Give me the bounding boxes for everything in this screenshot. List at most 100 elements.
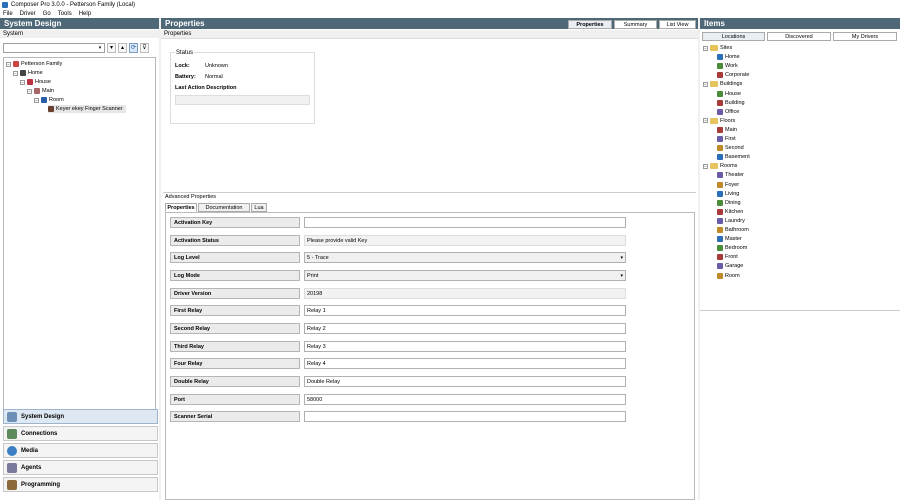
prop-label: Activation Key	[170, 217, 300, 228]
tree-node-room[interactable]: − Room	[34, 96, 64, 104]
location-icon	[717, 72, 723, 79]
tree-toolbar: ▾ ▾ ▴ ⟳ ⊽	[3, 42, 158, 54]
activation-key-input[interactable]	[304, 217, 626, 228]
second-relay-input[interactable]: Relay 2	[304, 323, 626, 334]
status-legend: Status	[175, 50, 195, 56]
subtab-lua[interactable]: Lua	[251, 203, 267, 212]
four-relay-input[interactable]: Relay 4	[304, 358, 626, 369]
location-item-second[interactable]: Second	[717, 144, 744, 152]
lock-row: Lock: Unknown	[175, 63, 228, 69]
location-item-kitchen[interactable]: Kitchen	[717, 208, 743, 216]
location-item-first[interactable]: First	[717, 135, 736, 143]
location-item-bathroom[interactable]: Bathroom	[717, 226, 749, 234]
location-group-rooms[interactable]: − Rooms	[703, 162, 737, 170]
location-item-main[interactable]: Main	[717, 126, 737, 134]
log-level-select[interactable]: 5 - Trace ▾	[304, 252, 626, 263]
tab-list-view[interactable]: List View	[659, 20, 696, 29]
location-item-basement[interactable]: Basement	[717, 153, 750, 161]
collapse-icon[interactable]: −	[27, 88, 32, 94]
chevron-down-icon[interactable]: ▾	[97, 45, 103, 51]
collapse-icon[interactable]: −	[6, 61, 11, 67]
nav-media[interactable]: Media	[3, 443, 158, 458]
tab-discovered[interactable]: Discovered	[767, 32, 831, 41]
scanner-serial-input[interactable]	[304, 411, 626, 422]
tree-node-project[interactable]: − Petterson Family	[6, 60, 62, 68]
subtab-documentation[interactable]: Documentation	[198, 203, 250, 212]
view-combo[interactable]: ▾	[3, 43, 105, 53]
item-label: Garage	[725, 263, 744, 270]
item-label: Corporate	[725, 72, 750, 79]
nav-agents[interactable]: Agents	[3, 460, 158, 475]
prop-label: Log Level	[170, 252, 300, 263]
location-item-room[interactable]: Room	[717, 272, 740, 280]
log-mode-select[interactable]: Print ▾	[304, 270, 626, 281]
location-item-living[interactable]: Living	[717, 190, 739, 198]
location-icon	[717, 63, 723, 70]
folder-icon	[710, 81, 718, 88]
tree-node-building[interactable]: − House	[20, 78, 51, 86]
location-item-laundry[interactable]: Laundry	[717, 217, 745, 225]
tree-node-device[interactable]: Keyer ekey Finger Scanner	[48, 105, 126, 113]
chevron-down-icon[interactable]: ▾	[620, 271, 623, 281]
location-item-master[interactable]: Master	[717, 235, 742, 243]
refresh-icon[interactable]: ⟳	[129, 43, 138, 53]
item-label: Kitchen	[725, 208, 744, 215]
collapse-icon[interactable]: −	[13, 70, 18, 76]
nav-programming[interactable]: Programming	[3, 477, 158, 492]
location-item-theater[interactable]: Theater	[717, 171, 744, 179]
nav-system-design[interactable]: System Design	[3, 409, 158, 424]
tree-node-label: Petterson Family	[21, 61, 63, 67]
collapse-icon[interactable]: −	[703, 118, 708, 124]
first-relay-input[interactable]: Relay 1	[304, 305, 626, 316]
nav-connections[interactable]: Connections	[3, 426, 158, 441]
location-item-corporate[interactable]: Corporate	[717, 71, 749, 79]
collapse-icon[interactable]: −	[703, 81, 708, 87]
double-relay-input[interactable]: Double Relay	[304, 376, 626, 387]
location-item-work[interactable]: Work	[717, 62, 738, 70]
location-group-floors[interactable]: − Floors	[703, 117, 735, 125]
location-item-house[interactable]: House	[717, 90, 741, 98]
location-item-bedroom[interactable]: Bedroom	[717, 244, 747, 252]
item-label: Second	[725, 145, 744, 152]
port-input[interactable]: 58000	[304, 394, 626, 405]
location-group-sites[interactable]: − Sites	[703, 44, 732, 52]
app-icon	[2, 1, 8, 8]
location-item-garage[interactable]: Garage	[717, 262, 743, 270]
tab-properties[interactable]: Properties	[568, 20, 612, 29]
collapse-icon[interactable]: −	[34, 97, 39, 103]
tab-locations[interactable]: Locations	[702, 32, 765, 41]
location-item-office[interactable]: Office	[717, 108, 739, 116]
tree-node-site[interactable]: − Home	[13, 69, 43, 77]
filter-icon[interactable]: ⊽	[140, 43, 149, 53]
arrow-down-icon[interactable]: ▾	[107, 43, 116, 53]
location-item-front[interactable]: Front	[717, 253, 738, 261]
menu-help[interactable]: Help	[79, 11, 91, 17]
subtab-properties[interactable]: Properties	[165, 203, 197, 212]
tab-my-drivers[interactable]: My Drivers	[833, 32, 897, 41]
tab-summary[interactable]: Summary	[614, 20, 657, 29]
menu-go[interactable]: Go	[43, 11, 51, 17]
collapse-icon[interactable]: −	[20, 79, 25, 85]
tree-node-floor[interactable]: − Main	[27, 87, 54, 95]
advanced-properties-label: Advanced Properties	[163, 192, 696, 201]
arrow-up-icon[interactable]: ▴	[118, 43, 127, 53]
menu-file[interactable]: File	[3, 11, 13, 17]
location-item-home[interactable]: Home	[717, 53, 740, 61]
collapse-icon[interactable]: −	[703, 45, 708, 51]
collapse-icon[interactable]: −	[703, 163, 708, 169]
tree-node-label: House	[35, 79, 51, 85]
chevron-down-icon[interactable]: ▾	[620, 253, 623, 263]
location-item-building[interactable]: Building	[717, 99, 745, 107]
location-group-buildings[interactable]: − Buildings	[703, 80, 742, 88]
menu-driver[interactable]: Driver	[20, 11, 36, 17]
menu-tools[interactable]: Tools	[58, 11, 72, 17]
location-item-foyer[interactable]: Foyer	[717, 181, 739, 189]
item-label: Living	[725, 190, 740, 197]
location-item-dining[interactable]: Dining	[717, 199, 741, 207]
item-label: Work	[725, 63, 738, 70]
nav-label: System Design	[21, 413, 65, 420]
site-icon	[20, 70, 26, 76]
item-label: Master	[725, 236, 742, 243]
third-relay-input[interactable]: Relay 3	[304, 341, 626, 352]
location-icon	[717, 172, 723, 179]
